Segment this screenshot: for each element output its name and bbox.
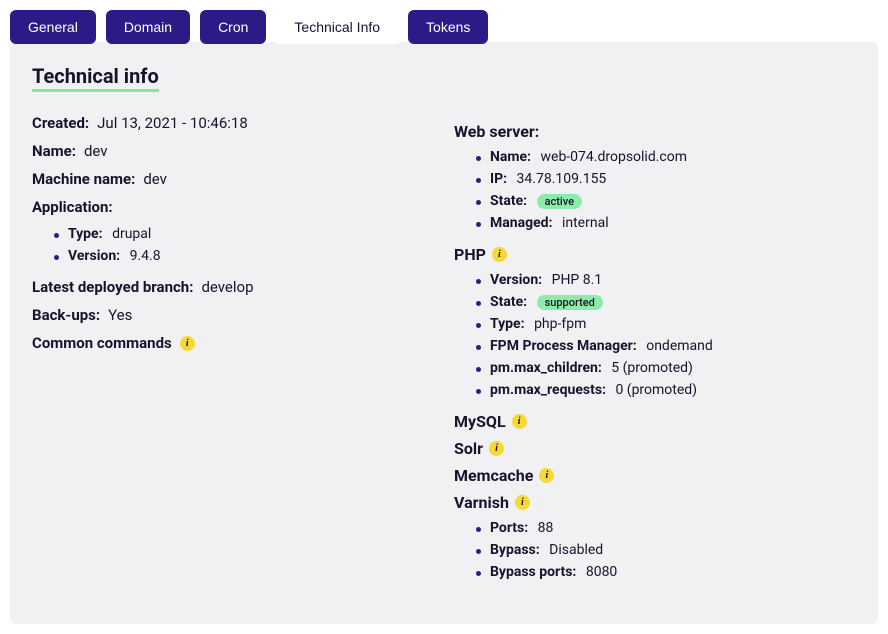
ws-managed-value: internal — [562, 215, 609, 231]
php-type-label: Type: — [490, 316, 525, 332]
application-label: Application: — [32, 198, 113, 216]
tab-domain[interactable]: Domain — [106, 10, 190, 44]
left-column: Created: Jul 13, 2021 - 10:46:18 Name: d… — [32, 114, 434, 594]
tab-cron[interactable]: Cron — [200, 10, 266, 44]
memcache-label: Memcache — [454, 466, 533, 485]
list-item: State: active — [476, 193, 856, 209]
created-label: Created: — [32, 114, 89, 132]
list-item: pm.max_requests: 0 (promoted) — [476, 382, 856, 398]
app-type-value: drupal — [112, 226, 151, 242]
php-maxrequests-value: 0 (promoted) — [615, 382, 697, 398]
info-icon[interactable]: i — [515, 495, 530, 510]
ws-state-badge: active — [537, 194, 582, 209]
php-fpm-value: ondemand — [646, 338, 713, 354]
ws-state-label: State: — [490, 193, 527, 209]
list-item: Type: drupal — [54, 226, 434, 242]
backups-label: Back-ups: — [32, 306, 100, 324]
list-item: Bypass: Disabled — [476, 542, 856, 558]
list-item: Version: PHP 8.1 — [476, 272, 856, 288]
common-commands-label: Common commands — [32, 334, 172, 352]
php-label: PHP — [454, 245, 486, 264]
app-version-label: Version: — [68, 248, 120, 264]
list-item: Type: php-fpm — [476, 316, 856, 332]
list-item: Ports: 88 — [476, 520, 856, 536]
app-version-value: 9.4.8 — [130, 248, 161, 264]
varnish-bypass-label: Bypass: — [490, 542, 540, 558]
tab-bar: General Domain Cron Technical Info Token… — [10, 10, 878, 44]
list-item: Bypass ports: 8080 — [476, 564, 856, 580]
info-icon[interactable]: i — [539, 468, 554, 483]
php-state-badge: supported — [537, 295, 603, 310]
info-icon[interactable]: i — [492, 247, 507, 262]
varnish-bypassports-label: Bypass ports: — [490, 564, 576, 580]
ws-ip-value: 34.78.109.155 — [517, 171, 607, 187]
varnish-list: Ports: 88 Bypass: Disabled Bypass ports:… — [476, 520, 856, 580]
php-version-label: Version: — [490, 272, 542, 288]
app-type-label: Type: — [68, 226, 103, 242]
ws-name-label: Name: — [490, 149, 531, 165]
machine-name-label: Machine name: — [32, 170, 135, 188]
ws-ip-label: IP: — [490, 171, 507, 187]
list-item: IP: 34.78.109.155 — [476, 171, 856, 187]
php-type-value: php-fpm — [534, 316, 586, 332]
list-item: pm.max_children: 5 (promoted) — [476, 360, 856, 376]
php-maxrequests-label: pm.max_requests: — [490, 382, 606, 398]
info-icon[interactable]: i — [489, 441, 504, 456]
info-icon[interactable]: i — [180, 336, 195, 351]
list-item: State: supported — [476, 294, 856, 310]
backups-value: Yes — [108, 306, 132, 324]
machine-name-value: dev — [143, 170, 167, 188]
name-label: Name: — [32, 142, 76, 160]
varnish-ports-label: Ports: — [490, 520, 528, 536]
panel-title: Technical info — [32, 64, 159, 92]
right-column: Web server: Name: web-074.dropsolid.com … — [454, 114, 856, 594]
ws-name-value: web-074.dropsolid.com — [541, 149, 688, 165]
webserver-list: Name: web-074.dropsolid.com IP: 34.78.10… — [476, 149, 856, 231]
php-version-value: PHP 8.1 — [552, 272, 603, 288]
name-value: dev — [84, 142, 108, 160]
varnish-bypassports-value: 8080 — [586, 564, 617, 580]
list-item: Name: web-074.dropsolid.com — [476, 149, 856, 165]
php-maxchildren-label: pm.max_children: — [490, 360, 602, 376]
list-item: Version: 9.4.8 — [54, 248, 434, 264]
tab-tokens[interactable]: Tokens — [408, 10, 488, 44]
technical-info-panel: Technical info Created: Jul 13, 2021 - 1… — [10, 42, 878, 624]
tab-general[interactable]: General — [10, 10, 96, 44]
application-list: Type: drupal Version: 9.4.8 — [54, 226, 434, 264]
created-value: Jul 13, 2021 - 10:46:18 — [97, 114, 248, 132]
varnish-label: Varnish — [454, 493, 509, 512]
tab-technical-info[interactable]: Technical Info — [276, 10, 398, 44]
php-list: Version: PHP 8.1 State: supported Type: … — [476, 272, 856, 398]
php-maxchildren-value: 5 (promoted) — [611, 360, 693, 376]
latest-branch-value: develop — [201, 278, 253, 296]
php-fpm-label: FPM Process Manager: — [490, 338, 637, 354]
mysql-label: MySQL — [454, 412, 506, 431]
info-icon[interactable]: i — [512, 414, 527, 429]
ws-managed-label: Managed: — [490, 215, 552, 231]
varnish-bypass-value: Disabled — [549, 542, 603, 558]
list-item: FPM Process Manager: ondemand — [476, 338, 856, 354]
list-item: Managed: internal — [476, 215, 856, 231]
solr-label: Solr — [454, 439, 483, 458]
latest-branch-label: Latest deployed branch: — [32, 278, 193, 296]
webserver-label: Web server: — [454, 122, 539, 141]
php-state-label: State: — [490, 294, 527, 310]
varnish-ports-value: 88 — [538, 520, 554, 536]
